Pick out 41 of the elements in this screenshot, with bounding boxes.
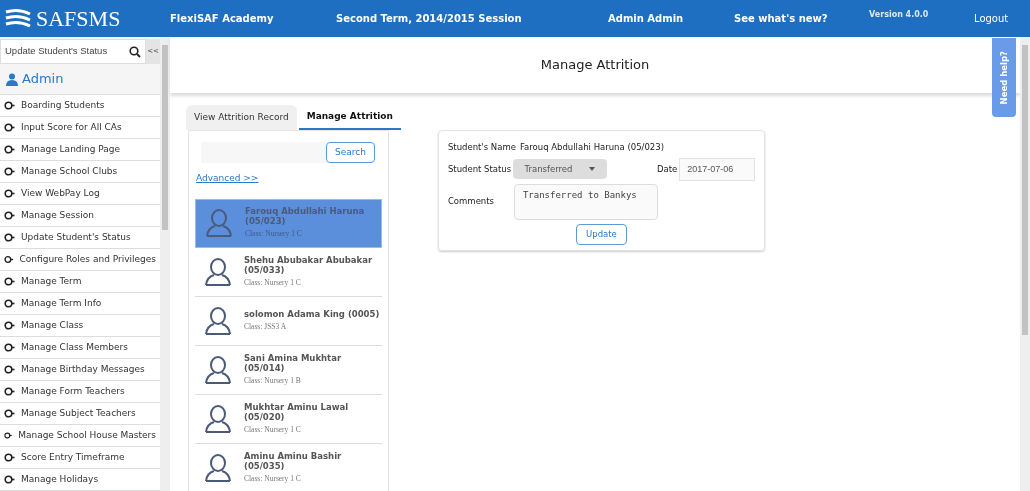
school-name: FlexiSAF Academy xyxy=(170,12,275,26)
tab[interactable]: View Attrition Record xyxy=(186,105,297,130)
logo-text: SAFSMS xyxy=(36,7,121,30)
person-icon xyxy=(204,208,234,238)
student-name: Aminu Aminu Bashir (05/035) xyxy=(244,450,343,471)
page-title: Manage Attrition xyxy=(540,56,650,75)
person-icon xyxy=(203,354,233,385)
search-button[interactable]: Search xyxy=(326,142,375,163)
whats-new-link[interactable]: See what's new? xyxy=(734,11,869,26)
student-name: Farouq Abdullahi Haruna (05/023) xyxy=(245,206,366,227)
student-name: solomon Adama King (0005) xyxy=(244,308,380,319)
advanced-link[interactable]: Advanced >> xyxy=(196,172,259,186)
status-dropdown[interactable]: Transferred xyxy=(512,159,607,180)
field-label: Student Status xyxy=(447,162,513,176)
person-icon xyxy=(203,305,233,336)
scrollbar[interactable] xyxy=(1020,37,1030,491)
comments-field[interactable]: Transferred to Bankys xyxy=(513,183,658,220)
field-label: Date xyxy=(656,162,678,176)
person-icon xyxy=(203,256,233,287)
user-name: Admin Admin xyxy=(608,12,685,26)
student-name: Mukhtar Aminu Lawal (05/020) xyxy=(244,401,350,422)
field-label: Student's Name xyxy=(447,141,516,154)
scrollbar[interactable] xyxy=(160,37,170,491)
user-icon xyxy=(6,72,18,86)
update-button[interactable]: Update xyxy=(576,223,627,245)
student-name: Shehu Abubakar Abubakar (05/033) xyxy=(244,254,374,275)
student-name-value: Farouq Abdullahi Haruna (05/023) xyxy=(519,141,664,154)
student-name: Sani Amina Mukhtar (05/014) xyxy=(244,352,343,373)
person-icon xyxy=(203,403,233,434)
field-label: Comments xyxy=(447,195,495,209)
student-search-field[interactable] xyxy=(201,142,326,163)
caret-icon xyxy=(588,167,595,172)
menu-search-field[interactable]: Update Student's Status xyxy=(0,39,146,64)
date-field[interactable]: 2017-07-06 xyxy=(679,157,755,181)
search-icon xyxy=(129,45,141,58)
session-name: Second Term, 2014/2015 Session xyxy=(336,12,523,26)
person-icon xyxy=(203,452,233,483)
logout-link[interactable]: Logout xyxy=(974,11,1009,26)
version-text: Version 4.0.0 xyxy=(869,8,930,21)
wave-logo-icon xyxy=(4,7,32,30)
section-title: Admin xyxy=(22,70,64,89)
